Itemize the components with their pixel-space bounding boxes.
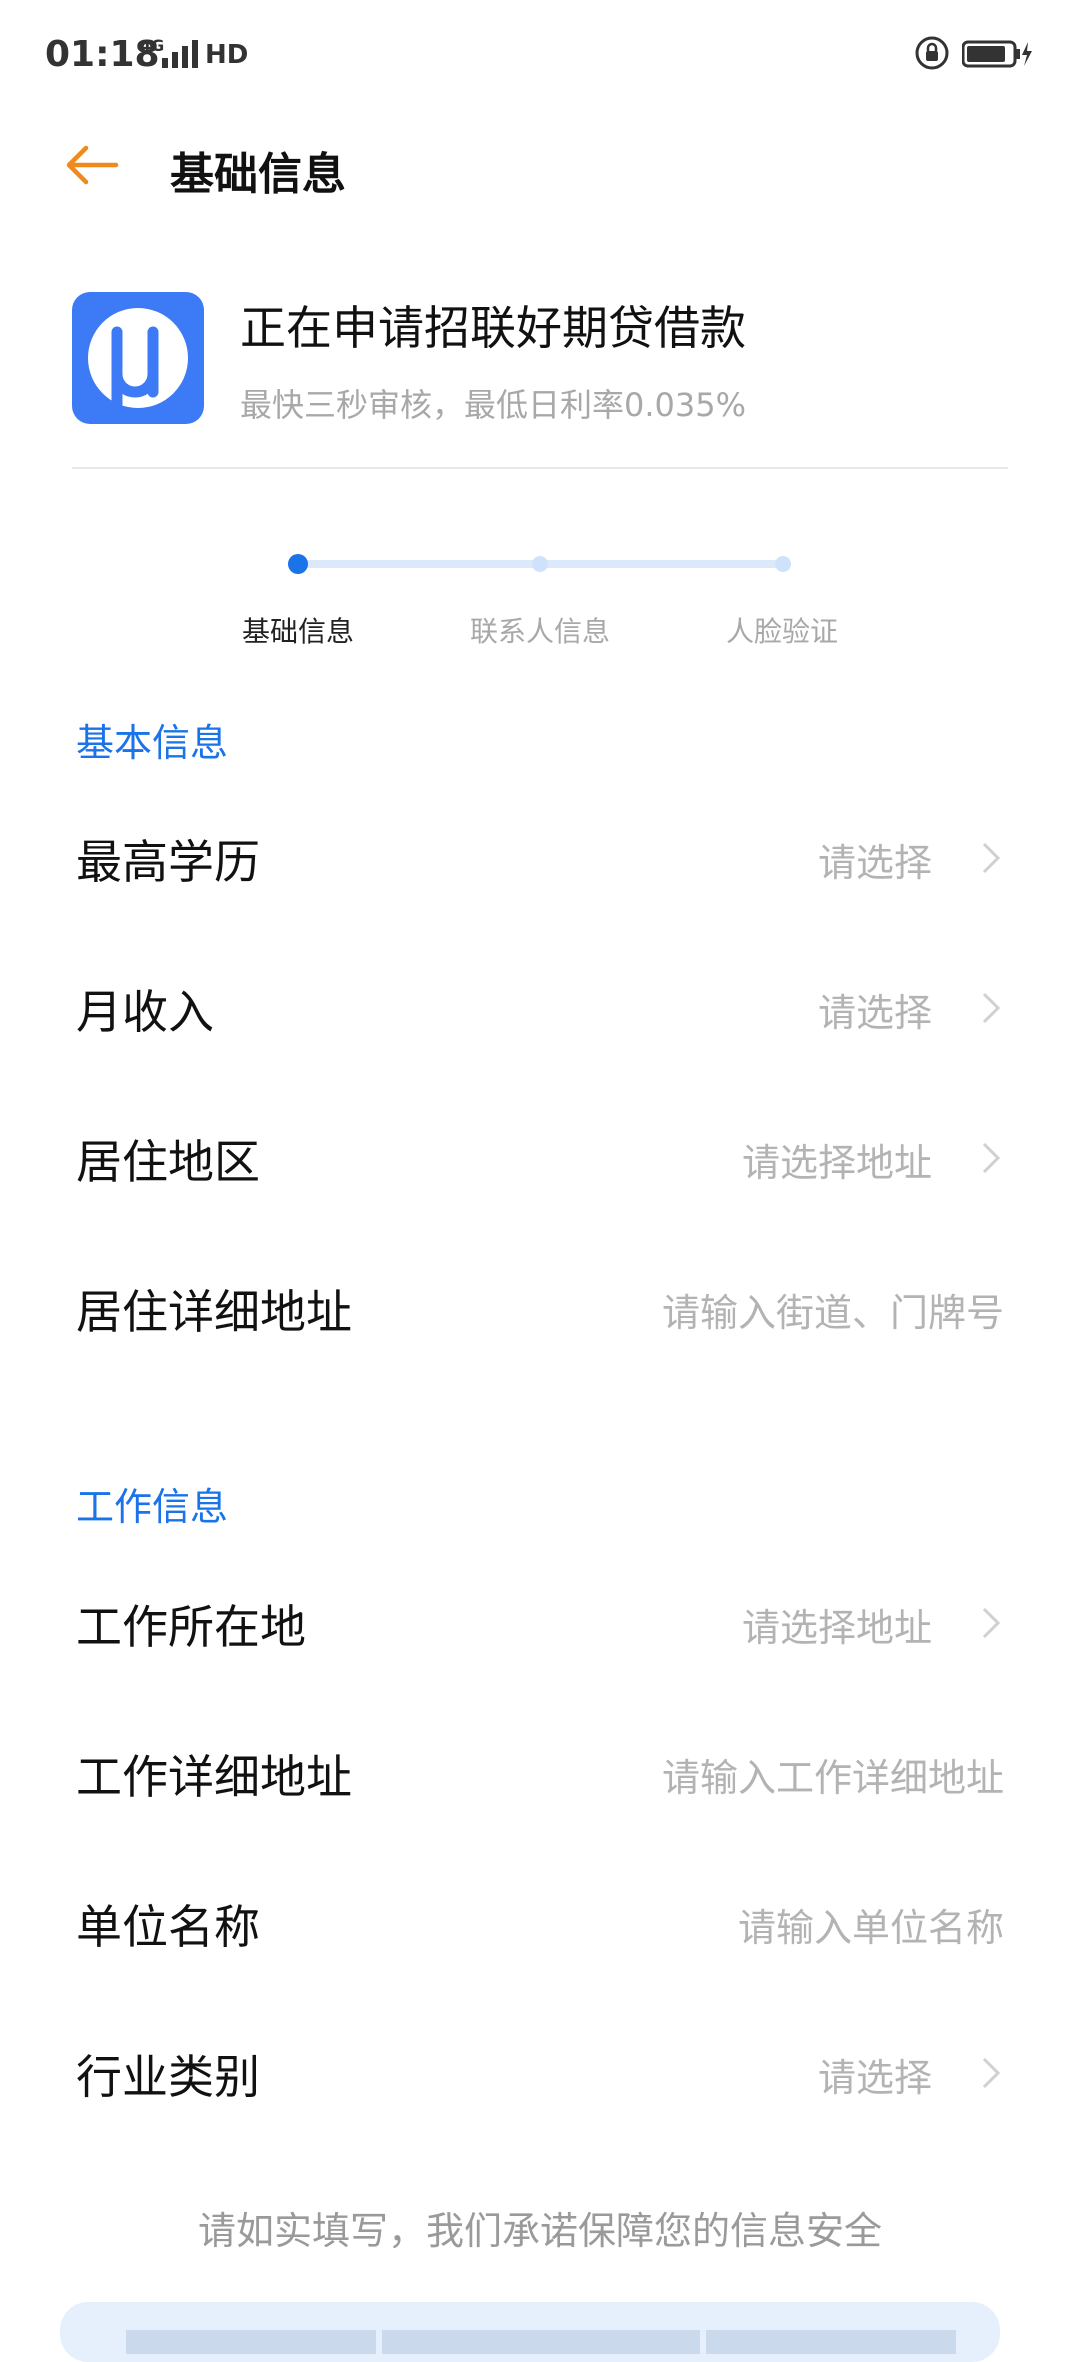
- page-title: 基础信息: [170, 149, 346, 200]
- bottom-panel-segment: [706, 2330, 956, 2354]
- work-detail-input[interactable]: 请输入工作详细地址: [662, 1747, 1004, 1802]
- back-arrow-icon[interactable]: [62, 140, 122, 190]
- row-work-location[interactable]: 工作所在地 请选择地址: [0, 1545, 1080, 1695]
- step-label-contacts: 联系人信息: [469, 615, 610, 648]
- nav-bar: 基础信息: [0, 110, 1080, 220]
- app-subtitle: 最快三秒审核，最低日利率0.035%: [240, 386, 747, 424]
- income-select[interactable]: 请选择: [818, 982, 932, 1037]
- row-label: 工作详细地址: [76, 1750, 352, 1804]
- divider: [72, 467, 1008, 469]
- step-dot-basic: [288, 554, 308, 574]
- chevron-right-icon: [982, 842, 1001, 874]
- row-label: 居住地区: [76, 1135, 260, 1189]
- security-note: 请如实填写，我们承诺保障您的信息安全: [197, 2209, 882, 2253]
- step-indicator: 基础信息 联系人信息 人脸验证: [0, 540, 1080, 660]
- bottom-panel-segment: [126, 2330, 376, 2354]
- row-label: 最高学历: [76, 835, 260, 889]
- work-location-select[interactable]: 请选择地址: [742, 1597, 932, 1652]
- chevron-right-icon: [982, 1607, 1001, 1639]
- step-label-basic: 基础信息: [241, 615, 354, 648]
- residence-area-select[interactable]: 请选择地址: [742, 1132, 932, 1187]
- row-residence-detail[interactable]: 居住详细地址 请输入街道、门牌号: [0, 1230, 1080, 1380]
- row-label: 居住详细地址: [76, 1285, 352, 1339]
- bottom-panel[interactable]: [60, 2302, 1000, 2362]
- education-select[interactable]: 请选择: [818, 832, 932, 887]
- hd-indicator: HD: [205, 40, 249, 70]
- row-work-detail[interactable]: 工作详细地址 请输入工作详细地址: [0, 1695, 1080, 1845]
- row-education[interactable]: 最高学历 请选择: [0, 780, 1080, 930]
- row-label: 单位名称: [76, 1900, 260, 1954]
- industry-select[interactable]: 请选择: [818, 2047, 932, 2102]
- residence-detail-input[interactable]: 请输入街道、门牌号: [662, 1282, 1004, 1337]
- signal-icon: [162, 40, 198, 68]
- row-income[interactable]: 月收入 请选择: [0, 930, 1080, 1080]
- section-title-basic: 基本信息: [76, 721, 229, 765]
- battery-charging-icon: [962, 40, 1032, 68]
- row-label: 行业类别: [76, 2050, 260, 2104]
- step-label-face: 人脸验证: [725, 615, 838, 648]
- bottom-panel-segment: [382, 2330, 700, 2354]
- step-dot-contacts: [532, 556, 548, 572]
- section-title-work: 工作信息: [76, 1485, 229, 1529]
- app-logo: [72, 292, 204, 424]
- step-dot-face: [775, 556, 791, 572]
- company-name-input[interactable]: 请输入单位名称: [738, 1897, 1004, 1952]
- row-label: 工作所在地: [76, 1600, 306, 1654]
- row-company-name[interactable]: 单位名称 请输入单位名称: [0, 1845, 1080, 1995]
- app-logo-icon: [88, 308, 188, 410]
- app-card: 正在申请招联好期贷借款 最快三秒审核，最低日利率0.035%: [72, 292, 1008, 468]
- chevron-right-icon: [982, 1142, 1001, 1174]
- row-label: 月收入: [76, 985, 214, 1039]
- chevron-right-icon: [982, 2057, 1001, 2089]
- app-title: 正在申请招联好期贷借款: [240, 301, 746, 355]
- status-bar: 01:18 4G HD: [0, 0, 1080, 110]
- rotation-lock-icon: [915, 36, 949, 70]
- row-industry[interactable]: 行业类别 请选择: [0, 1995, 1080, 2145]
- chevron-right-icon: [982, 992, 1001, 1024]
- row-residence-area[interactable]: 居住地区 请选择地址: [0, 1080, 1080, 1230]
